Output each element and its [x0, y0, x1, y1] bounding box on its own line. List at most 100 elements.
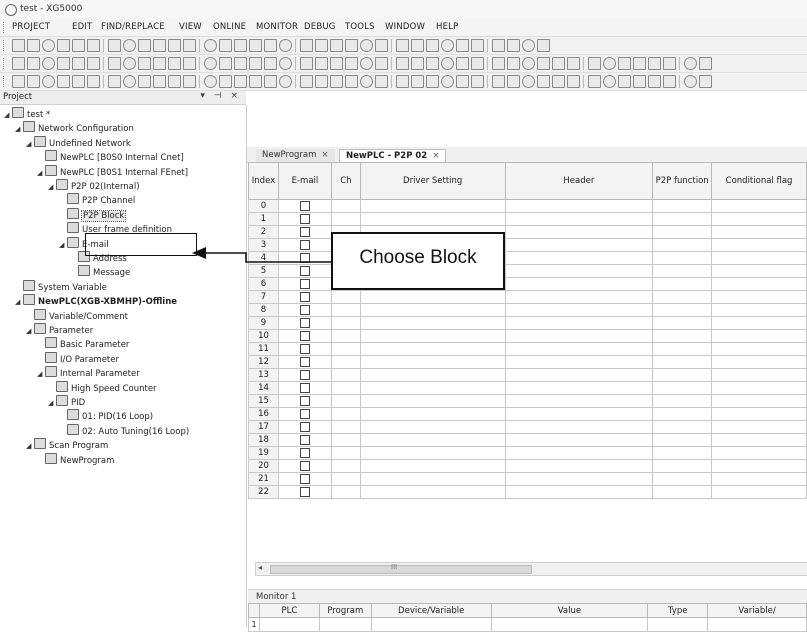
- table-cell[interactable]: [359, 316, 506, 330]
- toolbar-button-icon[interactable]: [153, 57, 166, 70]
- email-checkbox[interactable]: [299, 434, 310, 445]
- email-checkbox[interactable]: [299, 460, 310, 471]
- table-cell[interactable]: [652, 277, 713, 291]
- table-cell[interactable]: [652, 446, 713, 460]
- table-row[interactable]: 10: [248, 329, 807, 343]
- tree-item-p2p-block[interactable]: P2P Block: [59, 207, 127, 222]
- toolbar-button-icon[interactable]: [264, 57, 277, 70]
- toolbar-button-icon[interactable]: [345, 75, 358, 88]
- table-cell[interactable]: [711, 212, 807, 226]
- toolbar-button-icon[interactable]: [138, 75, 151, 88]
- menu-tools[interactable]: TOOLS: [345, 22, 375, 32]
- toolbar-button-icon[interactable]: [411, 75, 424, 88]
- toolbar-button-icon[interactable]: [552, 57, 565, 70]
- table-cell[interactable]: [711, 199, 807, 213]
- pane-controls[interactable]: ▾ ⊣ ×: [200, 91, 241, 101]
- table-cell[interactable]: [504, 459, 654, 473]
- tree-item-message[interactable]: Message: [70, 265, 130, 278]
- table-cell[interactable]: [359, 290, 506, 304]
- toolbar-button-icon[interactable]: [87, 57, 100, 70]
- table-cell[interactable]: [330, 420, 361, 434]
- toolbar-button-icon[interactable]: [183, 75, 196, 88]
- toolbar-button-icon[interactable]: [330, 39, 343, 52]
- table-cell[interactable]: [330, 303, 361, 317]
- table-cell[interactable]: [711, 303, 807, 317]
- toolbar-button-icon[interactable]: [633, 75, 646, 88]
- toolbar-button-icon[interactable]: [330, 57, 343, 70]
- toolbar-button-icon[interactable]: [471, 39, 484, 52]
- toolbar-button-icon[interactable]: [264, 75, 277, 88]
- toolbar-button-icon[interactable]: [588, 57, 601, 70]
- expand-toggle-icon[interactable]: ◢: [26, 442, 34, 450]
- monitor-column-header[interactable]: Device/Variable: [370, 603, 492, 618]
- email-checkbox[interactable]: [299, 421, 310, 432]
- toolbar-button-icon[interactable]: [183, 39, 196, 52]
- table-cell[interactable]: [711, 329, 807, 343]
- table-cell[interactable]: [652, 199, 713, 213]
- email-checkbox[interactable]: [299, 369, 310, 380]
- table-cell[interactable]: [359, 407, 506, 421]
- table-cell[interactable]: [652, 225, 713, 239]
- expand-toggle-icon[interactable]: ◢: [48, 399, 56, 407]
- expand-toggle-icon[interactable]: ◢: [26, 140, 34, 148]
- table-cell[interactable]: [711, 446, 807, 460]
- column-header[interactable]: Header: [504, 162, 654, 200]
- table-cell[interactable]: [652, 329, 713, 343]
- table-cell[interactable]: [504, 264, 654, 278]
- monitor-cell[interactable]: [258, 617, 320, 632]
- email-cell[interactable]: [277, 264, 332, 278]
- table-row[interactable]: 11: [248, 342, 807, 356]
- table-cell[interactable]: [330, 368, 361, 382]
- table-cell[interactable]: [504, 225, 654, 239]
- email-cell[interactable]: [277, 420, 332, 434]
- scroll-left-icon[interactable]: ◂: [258, 563, 262, 572]
- table-cell[interactable]: [652, 342, 713, 356]
- toolbar-button-icon[interactable]: [279, 57, 292, 70]
- toolbar-button-icon[interactable]: [72, 39, 85, 52]
- table-cell[interactable]: [652, 459, 713, 473]
- toolbar-button-icon[interactable]: [699, 75, 712, 88]
- email-cell[interactable]: [277, 433, 332, 447]
- toolbar-button-icon[interactable]: [663, 57, 676, 70]
- table-cell[interactable]: [711, 381, 807, 395]
- toolbar-button-icon[interactable]: [567, 75, 580, 88]
- toolbar-button-icon[interactable]: [108, 39, 121, 52]
- tree-item-p2p-channel[interactable]: P2P Channel: [59, 193, 135, 206]
- table-cell[interactable]: [652, 485, 713, 499]
- expand-toggle-icon[interactable]: ◢: [15, 125, 23, 133]
- table-cell[interactable]: [652, 316, 713, 330]
- table-row[interactable]: 19: [248, 446, 807, 460]
- menu-project[interactable]: PROJECT: [12, 22, 50, 32]
- table-row[interactable]: 21: [248, 472, 807, 486]
- table-cell[interactable]: [652, 381, 713, 395]
- email-cell[interactable]: [277, 472, 332, 486]
- email-checkbox[interactable]: [299, 330, 310, 341]
- expand-toggle-icon[interactable]: ◢: [48, 183, 56, 191]
- table-cell[interactable]: [652, 238, 713, 252]
- toolbar-button-icon[interactable]: [315, 57, 328, 70]
- table-cell[interactable]: [359, 381, 506, 395]
- table-cell[interactable]: [711, 251, 807, 265]
- expand-toggle-icon[interactable]: ◢: [4, 111, 12, 119]
- table-cell[interactable]: [330, 485, 361, 499]
- monitor-row[interactable]: 1: [248, 617, 807, 632]
- table-cell[interactable]: [504, 212, 654, 226]
- toolbar-button-icon[interactable]: [684, 75, 697, 88]
- table-row[interactable]: 1: [248, 212, 807, 226]
- table-cell[interactable]: [504, 329, 654, 343]
- toolbar-button-icon[interactable]: [264, 39, 277, 52]
- toolbar-button-icon[interactable]: [507, 57, 520, 70]
- email-checkbox[interactable]: [299, 343, 310, 354]
- table-cell[interactable]: [504, 472, 654, 486]
- toolbar-button-icon[interactable]: [411, 39, 424, 52]
- table-cell[interactable]: [652, 394, 713, 408]
- table-cell[interactable]: [711, 290, 807, 304]
- menu-debug[interactable]: DEBUG: [304, 22, 336, 32]
- table-cell[interactable]: [504, 277, 654, 291]
- toolbar-button-icon[interactable]: [123, 75, 136, 88]
- table-cell[interactable]: [330, 433, 361, 447]
- email-checkbox[interactable]: [299, 239, 310, 250]
- table-cell[interactable]: [359, 394, 506, 408]
- toolbar-button-icon[interactable]: [492, 39, 505, 52]
- toolbar-button-icon[interactable]: [360, 75, 373, 88]
